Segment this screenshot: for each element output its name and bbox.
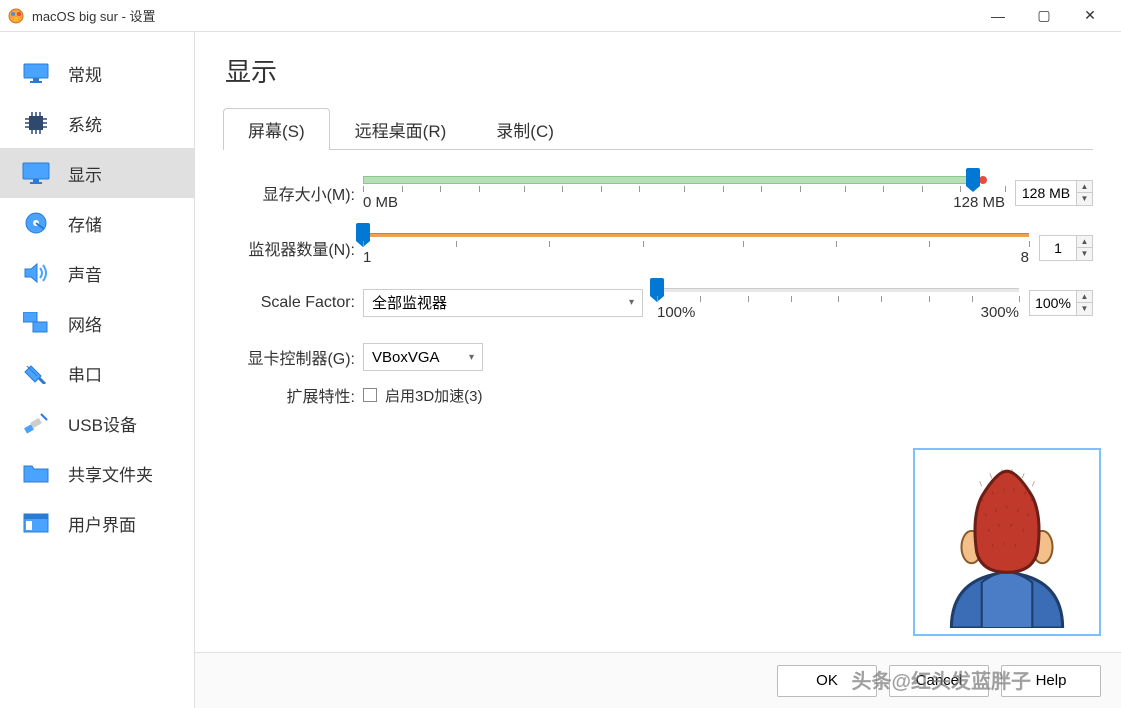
serial-icon — [22, 361, 50, 385]
scale-min: 100% — [657, 304, 695, 321]
network-icon — [22, 311, 50, 335]
speaker-icon — [22, 261, 50, 285]
preview-thumbnail — [913, 448, 1101, 636]
sidebar-item-display[interactable]: 显示 — [0, 148, 194, 198]
tab-recording[interactable]: 录制(C) — [471, 108, 579, 150]
scale-slider[interactable]: 100% 300% — [657, 284, 1019, 321]
sidebar-item-usb[interactable]: USB设备 — [0, 398, 194, 448]
accel3d-checkbox[interactable] — [363, 388, 377, 402]
vram-max: 128 MB — [953, 194, 1005, 211]
vram-label: 显存大小(M): — [223, 181, 363, 205]
vram-slider[interactable]: 0 MB 128 MB — [363, 174, 1005, 211]
monitors-label: 监视器数量(N): — [223, 236, 363, 260]
sidebar-item-system[interactable]: 系统 — [0, 98, 194, 148]
monitors-min: 1 — [363, 249, 371, 266]
scale-label: Scale Factor: — [223, 294, 363, 312]
minimize-button[interactable]: ― — [975, 0, 1021, 32]
monitors-slider[interactable]: 1 8 — [363, 229, 1029, 266]
folder-icon — [22, 461, 50, 485]
help-button[interactable]: Help — [1001, 665, 1101, 697]
sidebar-item-shared[interactable]: 共享文件夹 — [0, 448, 194, 498]
sidebar-label: 显示 — [68, 161, 102, 186]
sidebar-item-ui[interactable]: 用户界面 — [0, 498, 194, 548]
sidebar-item-serial[interactable]: 串口 — [0, 348, 194, 398]
sidebar-label: 共享文件夹 — [68, 461, 153, 486]
sidebar-label: 常规 — [68, 61, 102, 86]
window-title: macOS big sur - 设置 — [32, 6, 975, 25]
page-title: 显示 — [225, 52, 1093, 89]
scale-dropdown-value: 全部监视器 — [372, 292, 447, 313]
vram-value: 128 MB — [1016, 185, 1076, 201]
chip-icon — [22, 111, 50, 135]
monitors-max: 8 — [1021, 249, 1029, 266]
monitors-spinner[interactable]: 1 ▲▼ — [1039, 235, 1093, 261]
close-button[interactable]: ✕ — [1067, 0, 1113, 32]
scale-spinner[interactable]: 100% ▲▼ — [1029, 290, 1093, 316]
scale-monitor-dropdown[interactable]: 全部监视器 ▾ — [363, 289, 643, 317]
sidebar-label: 串口 — [68, 361, 102, 386]
sidebar-label: 用户界面 — [68, 511, 136, 536]
ok-button[interactable]: OK — [777, 665, 877, 697]
sidebar-item-general[interactable]: 常规 — [0, 48, 194, 98]
cancel-button[interactable]: Cancel — [889, 665, 989, 697]
vram-min: 0 MB — [363, 194, 398, 211]
sidebar-label: 系统 — [68, 111, 102, 136]
tabs: 屏幕(S) 远程桌面(R) 录制(C) — [223, 107, 1093, 150]
vram-spinner[interactable]: 128 MB ▲▼ — [1015, 180, 1093, 206]
scale-value: 100% — [1030, 295, 1076, 311]
ext-label: 扩展特性: — [223, 383, 363, 407]
spinner-down-icon[interactable]: ▼ — [1077, 248, 1092, 260]
app-icon — [8, 8, 24, 24]
display-icon — [22, 161, 50, 185]
spinner-up-icon[interactable]: ▲ — [1077, 291, 1092, 303]
controller-value: VBoxVGA — [372, 349, 440, 366]
tab-remote[interactable]: 远程桌面(R) — [330, 108, 472, 150]
sidebar-label: 存储 — [68, 211, 102, 236]
sidebar-label: 声音 — [68, 261, 102, 286]
tab-screen[interactable]: 屏幕(S) — [223, 108, 330, 150]
sidebar-item-network[interactable]: 网络 — [0, 298, 194, 348]
controller-dropdown[interactable]: VBoxVGA ▾ — [363, 343, 483, 371]
sidebar-item-audio[interactable]: 声音 — [0, 248, 194, 298]
sidebar: 常规 系统 显示 存储 声音 网络 串口 USB设备 — [0, 32, 195, 708]
chevron-down-icon: ▾ — [629, 297, 634, 308]
spinner-up-icon[interactable]: ▲ — [1077, 181, 1092, 193]
monitors-value: 1 — [1040, 240, 1076, 256]
controller-label: 显卡控制器(G): — [223, 345, 363, 369]
usb-icon — [22, 411, 50, 435]
maximize-button[interactable]: ▢ — [1021, 0, 1067, 32]
disk-icon — [22, 211, 50, 235]
sidebar-item-storage[interactable]: 存储 — [0, 198, 194, 248]
monitor-icon — [22, 61, 50, 85]
accel3d-label: 启用3D加速(3) — [385, 385, 483, 406]
spinner-down-icon[interactable]: ▼ — [1077, 193, 1092, 205]
ui-icon — [22, 511, 50, 535]
spinner-down-icon[interactable]: ▼ — [1077, 303, 1092, 315]
scale-max: 300% — [981, 304, 1019, 321]
sidebar-label: 网络 — [68, 311, 102, 336]
chevron-down-icon: ▾ — [469, 352, 474, 363]
sidebar-label: USB设备 — [68, 411, 137, 436]
spinner-up-icon[interactable]: ▲ — [1077, 236, 1092, 248]
